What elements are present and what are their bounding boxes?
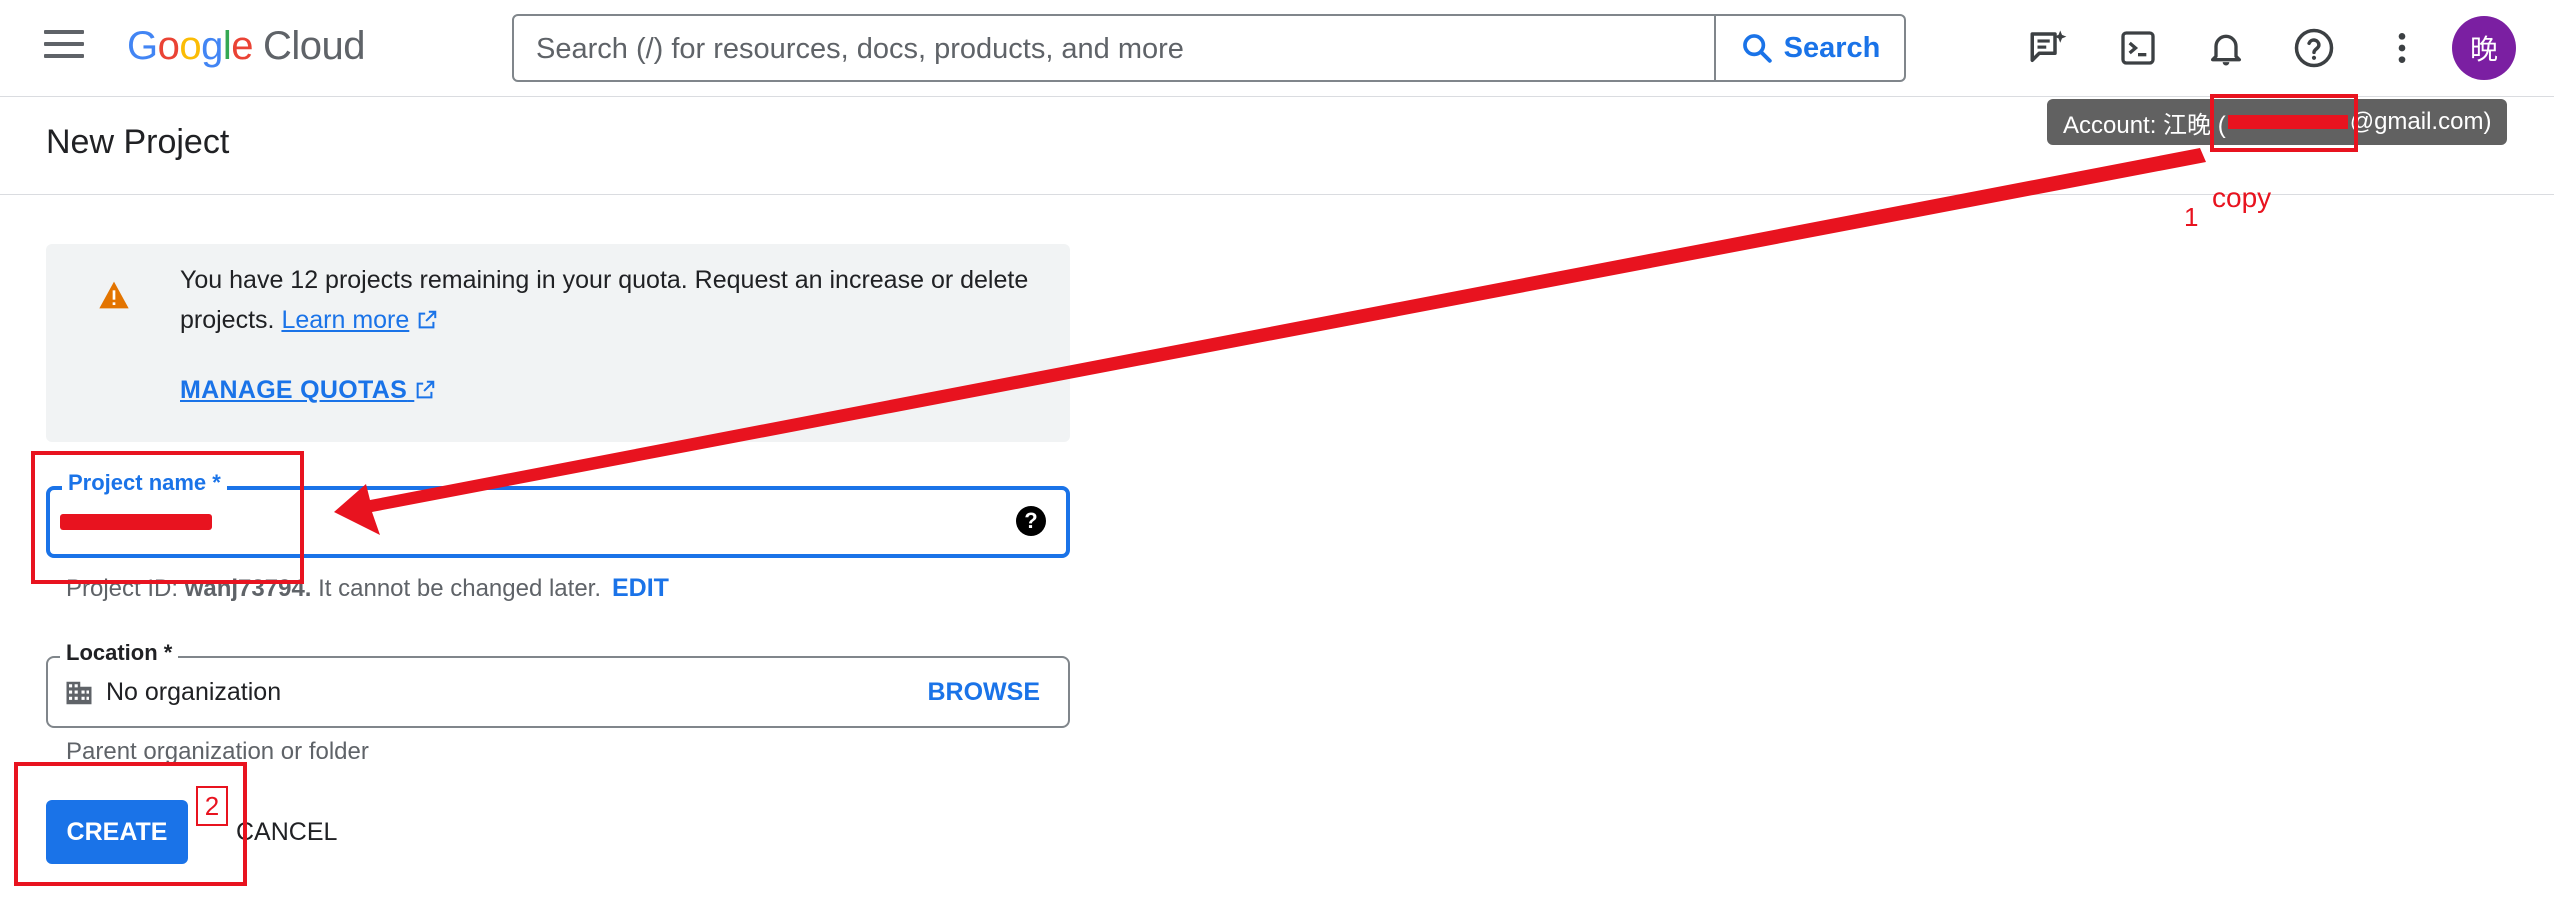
google-cloud-logo[interactable]: Google Cloud [127,24,366,69]
logo-letter: l [222,24,232,68]
title-divider [0,194,2554,195]
more-vert-icon [2398,33,2406,63]
annotation-step1-number: 1 [2184,202,2199,232]
account-tooltip: Account: 江晚 ( @gmail.com) [2047,99,2508,145]
search-input[interactable] [534,26,1718,72]
project-id-hint: Project ID: wanj73794. It cannot be chan… [66,575,601,603]
search-icon [1742,34,1772,63]
organization-icon [66,681,92,705]
external-link-icon [416,380,435,399]
project-name-field: Project name * ? [46,470,1070,558]
external-link-icon [418,310,437,329]
search-bar: Search [512,14,1906,82]
tooltip-prefix: Account: 江晚 ( [2063,111,2226,139]
logo-letter: o [179,24,202,68]
tooltip-suffix: @gmail.com) [2349,108,2492,135]
manage-quotas-label: MANAGE QUOTAS [180,376,408,404]
menu-line [44,54,84,58]
location-label: Location * [60,640,179,666]
location-value: No organization [106,678,282,706]
help-icon [2294,28,2334,68]
top-bar: GoogleCloud Search 晚 [0,0,2554,97]
chat-spark-icon [2030,30,2067,62]
logo-letter: o [157,24,180,68]
logo-letter: e [231,24,254,68]
logo-letter: G [127,24,158,68]
notifications-button[interactable] [2202,24,2250,72]
create-button[interactable]: CREATE [46,800,188,864]
annotation-step2-number: 2 [196,786,228,826]
help-button[interactable] [2290,24,2338,72]
manage-quotas-link[interactable]: MANAGE QUOTAS [180,376,436,405]
redacted-email [2227,115,2348,129]
account-avatar[interactable]: 晚 [2452,16,2516,80]
quota-notice: You have 12 projects remaining in your q… [46,244,1070,442]
bell-icon [2211,34,2241,66]
annotation-step1-text: copy [2212,182,2272,213]
project-id-suffix: It cannot be changed later. [318,575,602,602]
menu-line [44,30,84,34]
gemini-chat-button[interactable] [2024,24,2072,72]
quota-message: You have 12 projects remaining in your q… [180,260,1040,340]
main-menu-button[interactable] [44,30,84,66]
learn-more-link[interactable]: Learn more [281,306,409,334]
menu-line [44,42,84,46]
browse-button[interactable]: BROWSE [928,678,1041,707]
redacted-project-name [60,514,212,530]
logo-letter: g [201,24,223,68]
project-name-help-icon[interactable]: ? [1016,506,1046,536]
project-id-value: wanj73794. [184,575,312,602]
more-options-button[interactable] [2378,24,2426,72]
project-id-prefix: Project ID: [66,575,179,602]
page-title: New Project [46,123,230,161]
cloud-shell-button[interactable] [2114,24,2162,72]
learn-more-label: Learn more [281,306,410,334]
logo-suffix: Cloud [263,24,366,68]
edit-project-id-button[interactable]: EDIT [612,574,669,603]
project-name-label: Project name * [62,470,227,496]
cancel-button[interactable]: CANCEL [236,818,337,847]
search-button-label: Search [1783,31,1881,64]
warning-icon [99,281,129,309]
location-field[interactable]: Location * No organization BROWSE [46,640,1070,728]
location-hint: Parent organization or folder [66,738,369,765]
terminal-icon [2121,31,2155,65]
search-button[interactable]: Search [1714,16,1904,80]
